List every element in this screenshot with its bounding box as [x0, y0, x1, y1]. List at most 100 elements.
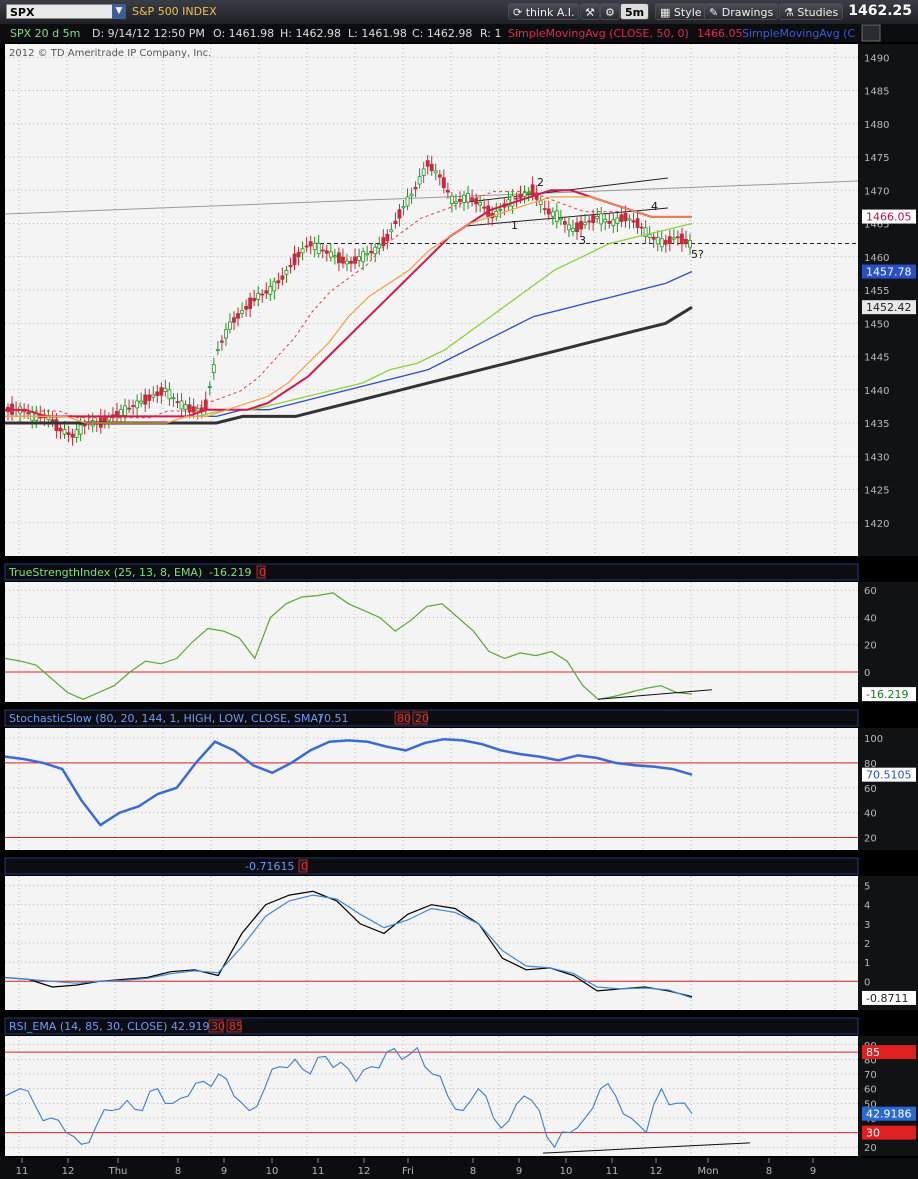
- candle-body: [441, 177, 446, 189]
- symbol-dropdown-icon[interactable]: ▼: [112, 4, 126, 19]
- candle-body: [482, 206, 487, 209]
- candle-body: [575, 222, 579, 233]
- candle-body: [26, 412, 31, 415]
- candle-body: [219, 340, 224, 343]
- style-button[interactable]: ▦ Style: [655, 3, 707, 20]
- candle-body: [522, 192, 527, 197]
- stoch-title-text: StochasticSlow (80, 20, 144, 1, HIGH, LO…: [9, 712, 322, 725]
- candle-body: [667, 236, 672, 244]
- settings-tool-button[interactable]: ⚙: [600, 3, 620, 20]
- timeframe-button[interactable]: 5m: [620, 3, 650, 20]
- link-tool-button[interactable]: ⚒: [580, 3, 600, 20]
- x-axis-label: 8: [470, 1166, 476, 1177]
- price-pane-ytick-label: 1450: [864, 319, 889, 330]
- candle-body: [639, 226, 644, 229]
- candle-body: [292, 253, 297, 266]
- candle-body: [260, 293, 265, 296]
- stoch-pane-ytick-label: 20: [864, 834, 877, 845]
- header-low: L: 1461.98: [348, 27, 407, 40]
- candle-body: [284, 269, 289, 275]
- think-ai-button[interactable]: ⟳ think A.I.: [508, 3, 580, 20]
- candle-body: [385, 233, 390, 242]
- chart-settings-icon[interactable]: [861, 24, 881, 42]
- drawings-button[interactable]: ✎ Drawings: [704, 3, 779, 20]
- candle-body: [450, 195, 454, 204]
- candle-body: [332, 255, 337, 258]
- candle-body: [530, 184, 535, 196]
- candle-body: [236, 313, 240, 319]
- candle-body: [349, 260, 353, 264]
- candle-body: [143, 394, 148, 405]
- stoch-value-label: 70.5105: [866, 769, 912, 782]
- refresh-icon: ⟳: [513, 6, 523, 19]
- gear-icon: ⚙: [605, 6, 615, 19]
- style-label: Style: [673, 6, 702, 19]
- candle-body: [252, 297, 257, 302]
- tsi-pane-ytick-label: 60: [864, 586, 877, 597]
- candle-body: [405, 196, 410, 207]
- candle-body: [655, 237, 660, 245]
- macd-pane-ytick-label: 2: [864, 939, 870, 950]
- macd-pane-ytick-label: 1: [864, 958, 870, 969]
- candle-body: [425, 160, 430, 167]
- candle-body: [393, 220, 398, 225]
- candle-body: [353, 256, 357, 264]
- pencil-icon: ✎: [709, 6, 719, 19]
- candle-body: [207, 386, 212, 388]
- candle-body: [619, 214, 624, 222]
- header-sma1-val: 1466.05: [697, 27, 743, 40]
- candle-body: [175, 401, 180, 404]
- x-axis-label: 12: [358, 1166, 371, 1177]
- header-date: D: 9/14/12 12:50 PM: [92, 27, 205, 40]
- candle-body: [171, 397, 176, 400]
- stoch-title-text: 80: [397, 712, 411, 725]
- chart-canvas[interactable]: SPX 20 d 5m D: 9/14/12 12:50 PM O: 1461.…: [0, 24, 918, 1179]
- tsi-title-text: 0: [259, 566, 266, 579]
- stoch-title-text: 70.51: [317, 712, 349, 725]
- price-pane-ytick-label: 1455: [864, 286, 889, 297]
- macd-title-text: -0.71615: [245, 860, 294, 873]
- candle-body: [651, 236, 656, 240]
- candle-body: [684, 238, 688, 244]
- candle-body: [211, 364, 216, 373]
- candle-body: [147, 394, 152, 401]
- candle-body: [607, 220, 612, 224]
- candle-body: [276, 280, 281, 284]
- header-symbol-period: SPX 20 d 5m: [10, 27, 80, 40]
- candle-body: [389, 229, 394, 233]
- candle-body: [151, 394, 156, 398]
- candle-body: [401, 206, 406, 209]
- macd-pane-ytick-label: 3: [864, 920, 870, 931]
- x-axis-label: 11: [16, 1166, 29, 1177]
- candle-body: [337, 252, 341, 264]
- candle-body: [445, 189, 450, 193]
- candle-body: [54, 419, 59, 431]
- candle-body: [562, 221, 567, 225]
- candle-body: [167, 389, 172, 400]
- drawings-label: Drawings: [721, 6, 774, 19]
- price-pane-ytick-label: 1480: [864, 120, 889, 131]
- x-axis-label: 12: [650, 1166, 663, 1177]
- candle-body: [454, 201, 458, 204]
- studies-label: Studies: [797, 6, 839, 19]
- x-axis-label: 11: [606, 1166, 619, 1177]
- price-pane-ytick-label: 1435: [864, 419, 889, 430]
- studies-button[interactable]: ⚗ Studies: [779, 3, 844, 20]
- candle-body: [324, 250, 329, 254]
- candle-body: [603, 218, 608, 223]
- candle-body: [248, 297, 253, 310]
- x-axis-label: 9: [221, 1166, 227, 1177]
- tsi-pane-ytick-label: 20: [864, 641, 877, 652]
- price-pane-ytick-label: 1490: [864, 53, 889, 64]
- candle-body: [671, 237, 676, 240]
- symbol-input[interactable]: SPX: [6, 4, 124, 19]
- candle-body: [159, 387, 164, 396]
- x-axis-label: 8: [175, 1166, 181, 1177]
- rsi-os-label: 30: [866, 1127, 880, 1140]
- rsi-title-text: 30: [211, 1020, 225, 1033]
- candle-body: [203, 399, 208, 410]
- price-pane-ytick-label: 1460: [864, 253, 889, 264]
- price-label-sma-blue: 1457.78: [866, 266, 912, 279]
- candle-body: [514, 197, 519, 200]
- macd-pane-ytick-label: 4: [864, 901, 870, 912]
